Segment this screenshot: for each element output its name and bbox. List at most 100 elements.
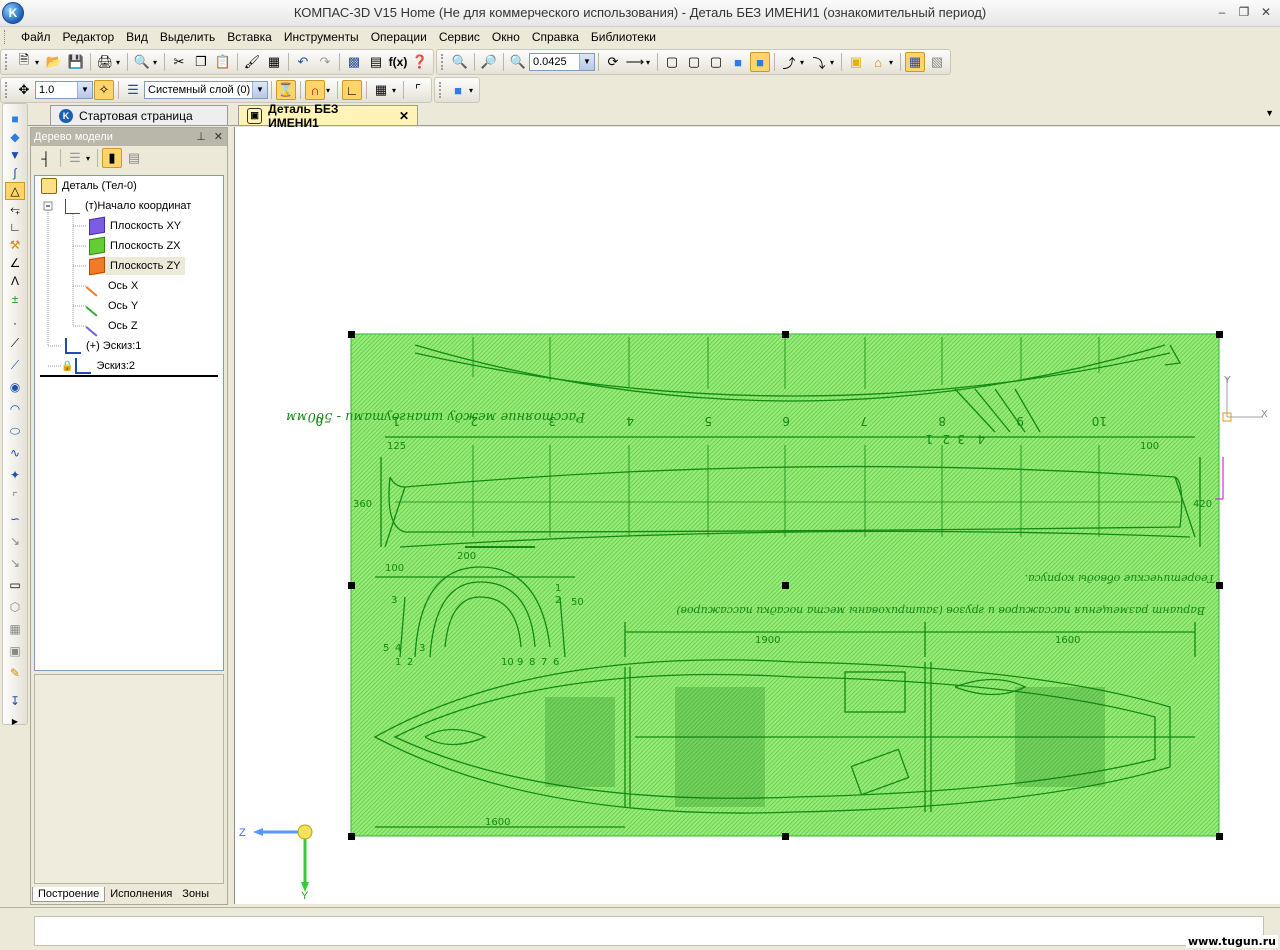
tree-item-plane-zy[interactable]: Плоскость ZY xyxy=(89,256,185,276)
menu-operations[interactable]: Операции xyxy=(365,30,433,44)
export-icon[interactable]: ↧ xyxy=(5,692,25,710)
ortho-icon[interactable]: ∟ xyxy=(342,80,362,100)
segment-icon[interactable]: ⟋ xyxy=(5,356,25,374)
ellipse-icon[interactable]: ⬭ xyxy=(5,422,25,440)
spline-icon[interactable]: ∿ xyxy=(5,444,25,462)
cut-icon[interactable]: ✂ xyxy=(169,52,189,72)
sketch-arc-icon[interactable]: ✦ xyxy=(5,466,25,484)
chamfer-icon[interactable]: ↘ xyxy=(5,532,25,550)
circle-icon[interactable]: ◉ xyxy=(5,378,25,396)
menu-file[interactable]: Файл xyxy=(15,30,57,44)
tree-item-origin[interactable]: (т)Начало координат xyxy=(65,197,191,215)
tab-part-document[interactable]: ▣ Деталь БЕЗ ИМЕНИ1 ✕ xyxy=(238,102,418,130)
bezier-icon[interactable]: ∽ xyxy=(5,510,25,528)
shaded-cube-icon[interactable]: ■ xyxy=(728,52,748,72)
layers-icon[interactable]: ☰ xyxy=(123,80,143,100)
resize-handle[interactable] xyxy=(782,833,789,840)
filter-icon[interactable]: ⤴ xyxy=(779,52,799,72)
orientation-icon[interactable]: ⟶ xyxy=(625,52,645,72)
paste-icon[interactable]: 📋 xyxy=(213,52,233,72)
menu-select[interactable]: Выделить xyxy=(154,30,221,44)
toolbar-grip[interactable] xyxy=(439,82,444,98)
measure-icon[interactable]: ∠ xyxy=(5,254,25,272)
new-document-icon[interactable]: 🗎 xyxy=(14,52,34,72)
tree-item-part[interactable]: Деталь (Тел-0) xyxy=(41,177,137,195)
chevron-down-icon[interactable]: ▼ xyxy=(252,82,267,98)
resize-handle[interactable] xyxy=(1216,331,1223,338)
toolbar-grip[interactable] xyxy=(5,82,10,98)
thin-lines-cube-icon[interactable]: ▢ xyxy=(706,52,726,72)
tree-item-plane-zx[interactable]: Плоскость ZX xyxy=(89,236,181,256)
zoom-all-icon[interactable]: 🔎 xyxy=(479,52,499,72)
menu-edit[interactable]: Редактор xyxy=(57,30,121,44)
magnet-icon[interactable]: ∩ xyxy=(305,80,325,100)
gray-tool-icon[interactable]: ▧ xyxy=(927,52,947,72)
close-tab-icon[interactable]: ✕ xyxy=(399,109,409,123)
resize-handle[interactable] xyxy=(782,582,789,589)
point-icon[interactable]: · xyxy=(5,314,25,332)
toolbar-grip[interactable] xyxy=(5,54,10,70)
shaded-edges-cube-icon[interactable]: ■ xyxy=(750,52,770,72)
help-pointer-icon[interactable]: ❓ xyxy=(410,52,430,72)
tree-properties-icon[interactable]: ▤ xyxy=(124,148,144,168)
resize-handle[interactable] xyxy=(782,331,789,338)
hidden-lines-cube-icon[interactable]: ▢ xyxy=(684,52,704,72)
close-panel-icon[interactable]: ✕ xyxy=(214,128,223,146)
solid-operations-icon[interactable]: ■ xyxy=(5,110,25,128)
save-icon[interactable]: 💾 xyxy=(66,52,86,72)
tab-zones[interactable]: Зоны xyxy=(177,887,214,902)
undo-icon[interactable]: ↶ xyxy=(293,52,313,72)
tab-variants[interactable]: Исполнения xyxy=(105,887,177,902)
pin-icon[interactable]: ⊥ xyxy=(196,128,206,146)
menu-view[interactable]: Вид xyxy=(120,30,154,44)
zoom-icon[interactable]: 🔍 xyxy=(508,52,528,72)
hammer-icon[interactable]: ⚒ xyxy=(5,236,25,254)
rotate-icon[interactable]: ⟳ xyxy=(603,52,623,72)
redo-icon[interactable]: ↷ xyxy=(315,52,335,72)
rectangle-icon[interactable]: ▭ xyxy=(5,576,25,594)
tab-start-page[interactable]: K Стартовая страница xyxy=(50,105,228,125)
step-cursor-icon[interactable]: ✥ xyxy=(14,80,34,100)
restore-button[interactable]: ❐ xyxy=(1236,4,1252,20)
vertex-icon[interactable]: Λ xyxy=(5,272,25,290)
designations-icon[interactable]: ∟ xyxy=(5,218,25,236)
toolbar-expand-icon[interactable]: ▶ xyxy=(5,712,25,730)
format-brush-icon[interactable]: 🖌 xyxy=(242,52,262,72)
zoom-scale-combo[interactable]: 0.0425 ▼ xyxy=(529,53,595,71)
close-window-button[interactable]: ✕ xyxy=(1258,4,1274,20)
manager-icon[interactable]: ▩ xyxy=(344,52,364,72)
tree-document-icon[interactable]: ▮ xyxy=(102,148,122,168)
variables-icon[interactable]: ▤ xyxy=(366,52,386,72)
arrays-icon[interactable]: ▼ xyxy=(5,146,25,164)
surfaces-icon[interactable]: ◆ xyxy=(5,128,25,146)
minimize-button[interactable]: – xyxy=(1214,4,1230,20)
tree-structure-icon[interactable]: ┤ xyxy=(36,148,56,168)
open-folder-icon[interactable]: 📂 xyxy=(44,52,64,72)
snap-grid-icon[interactable]: ✧ xyxy=(94,80,114,100)
menu-help[interactable]: Справка xyxy=(526,30,585,44)
yellow-cube-icon[interactable]: ▣ xyxy=(846,52,866,72)
layer-combo[interactable]: Системный слой (0) ▼ xyxy=(144,81,268,99)
dimensions-icon[interactable]: ⥆ xyxy=(5,200,25,218)
arc-icon[interactable]: ◠ xyxy=(5,400,25,418)
viewport-drawing[interactable]: Расстояние между шпангоутами - 500мм Тео… xyxy=(235,127,1280,904)
trim-icon[interactable]: ↘ xyxy=(5,554,25,572)
snap-icon[interactable]: ⤵ xyxy=(809,52,829,72)
copy-icon[interactable]: ❐ xyxy=(191,52,211,72)
edit-icon[interactable]: ✎ xyxy=(5,664,25,682)
grid-icon[interactable]: ▦ xyxy=(371,80,391,100)
menu-window[interactable]: Окно xyxy=(486,30,526,44)
wireframe-cube-icon[interactable]: ▢ xyxy=(662,52,682,72)
tree-item-sketch-2[interactable]: 🔒 Эскиз:2 xyxy=(61,357,135,375)
menu-insert[interactable]: Вставка xyxy=(221,30,278,44)
resize-handle[interactable] xyxy=(1216,582,1223,589)
tree-item-axis-y[interactable]: Ось Y xyxy=(85,295,138,317)
polygon-icon[interactable]: ⬡ xyxy=(5,598,25,616)
chevron-down-icon[interactable]: ▼ xyxy=(77,82,92,98)
sketch-tools-icon[interactable]: △ xyxy=(5,182,25,200)
blue-tool-icon[interactable]: ▦ xyxy=(905,52,925,72)
tree-item-axis-z[interactable]: Ось Z xyxy=(85,315,138,337)
auxiliary-geometry-icon[interactable]: ∫ xyxy=(5,164,25,182)
menu-tools[interactable]: Инструменты xyxy=(278,30,365,44)
view-cube-icon[interactable]: ■ xyxy=(448,80,468,100)
